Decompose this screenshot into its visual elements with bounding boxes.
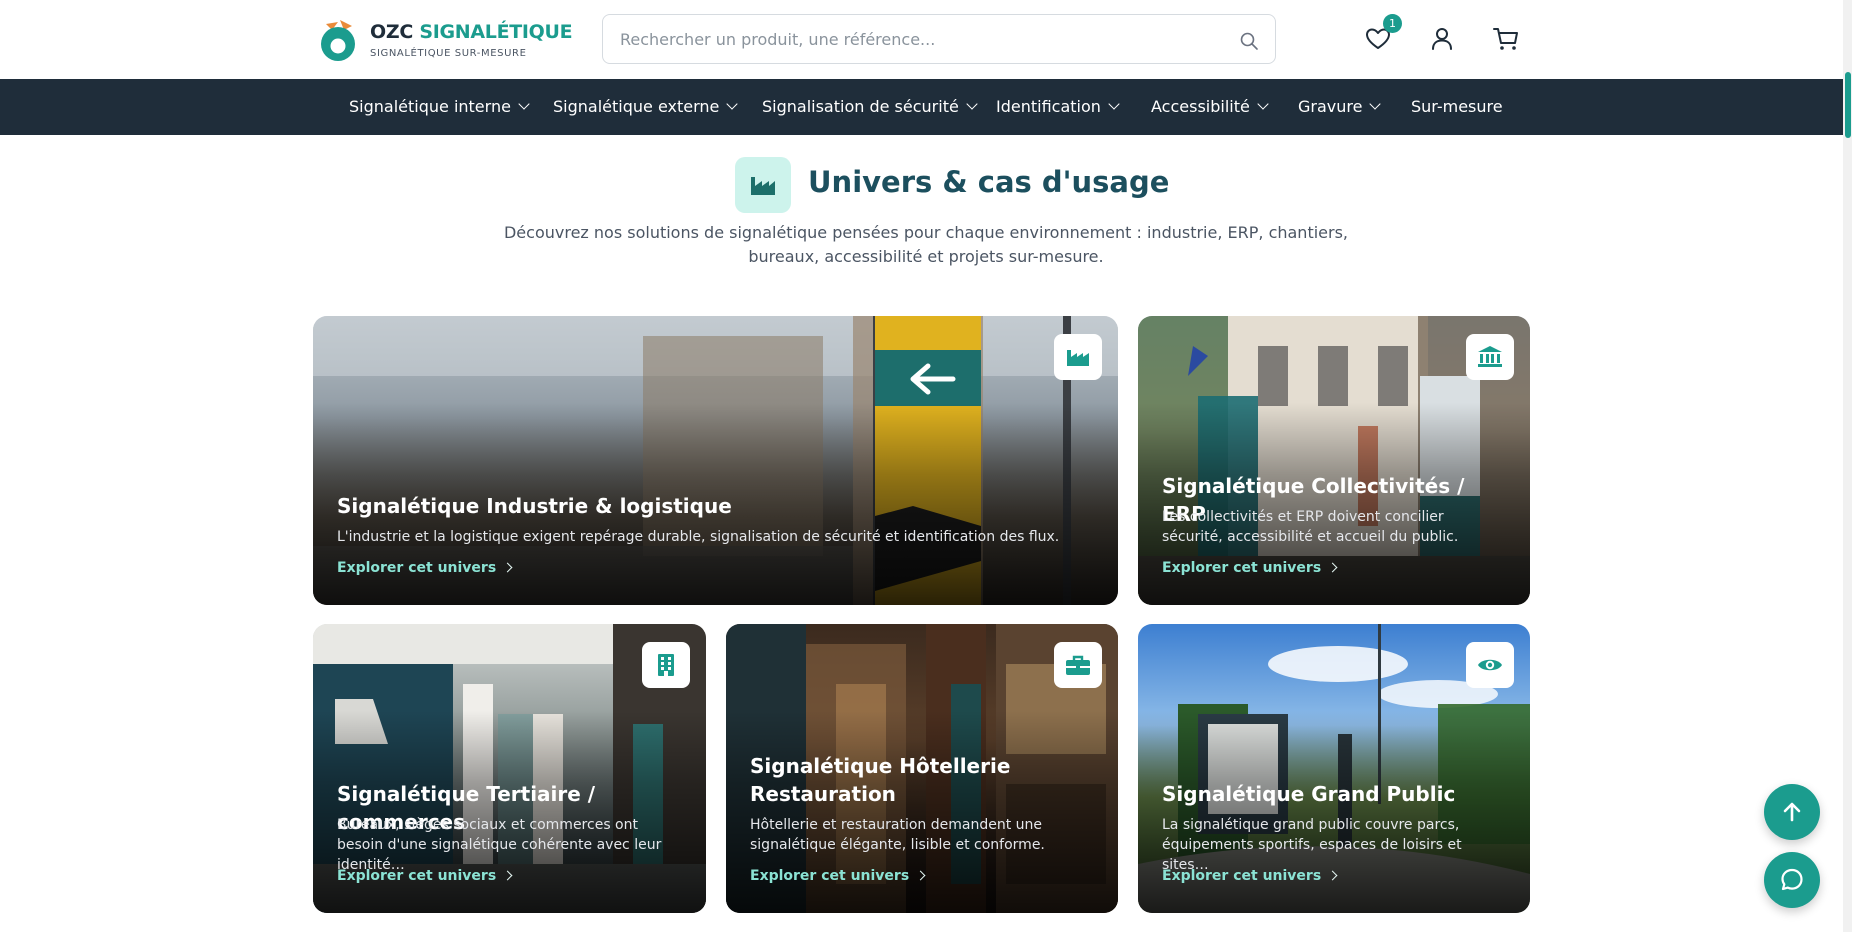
brand-name: OZC SIGNALÉTIQUE [370,21,573,43]
explore-link-label: Explorer cet univers [337,560,497,576]
scroll-to-top-button[interactable] [1764,784,1820,840]
nav-item-signaletique-interne[interactable]: Signalétique interne [349,79,530,135]
nav-item-label: Identification [996,97,1101,116]
explore-link-label: Explorer cet univers [1162,560,1322,576]
factory-icon [1054,334,1102,380]
card-description: Hôtellerie et restauration demandent une… [750,817,1045,853]
chevron-right-icon [502,870,513,881]
user-icon[interactable] [1427,24,1457,54]
explore-link[interactable]: Explorer cet univers [337,868,513,884]
card-collectivites-erp[interactable]: Signalétique Collectivités / ERP Les col… [1138,316,1530,605]
chevron-down-icon [1369,98,1382,110]
page-scrollbar[interactable] [1843,0,1852,932]
section-title: Univers & cas d'usage [808,165,1170,199]
nav-item-signaletique-externe[interactable]: Signalétique externe [553,79,739,135]
explore-link-label: Explorer cet univers [337,868,497,884]
nav-item-label: Accessibilité [1151,97,1250,116]
chevron-down-icon [1108,98,1120,110]
section-factory-icon [735,157,791,213]
search-icon[interactable] [1239,31,1259,51]
explore-link-label: Explorer cet univers [750,868,910,884]
card-tertiaire-commerces[interactable]: Signalétique Tertiaire / commerces Burea… [313,624,706,913]
logo-icon [318,18,358,62]
card-grand-public[interactable]: Signalétique Grand Public La signalétiqu… [1138,624,1530,913]
chat-button[interactable] [1764,852,1820,908]
nav-item-label: Signalétique externe [553,97,720,116]
nav-item-signalisation-securite[interactable]: Signalisation de sécurité [762,79,978,135]
main-nav: Signalétique interne Signalétique extern… [0,79,1852,135]
eye-icon [1466,642,1514,688]
brand-name-part2: SIGNALÉTIQUE [419,21,573,43]
card-title: Signalétique Hôtellerie Restauration [750,754,1011,806]
card-industrie-logistique[interactable]: Signalétique Industrie & logistique L'in… [313,316,1118,605]
brand-name-part1: OZC [370,21,413,43]
card-title: Signalétique Industrie & logistique [337,494,732,518]
chevron-down-icon [1257,98,1269,110]
brand-logo[interactable]: OZC SIGNALÉTIQUE SIGNALÉTIQUE SUR-MESURE [318,18,573,62]
explore-link[interactable]: Explorer cet univers [1162,560,1338,576]
chevron-right-icon [502,562,513,573]
search-bar [602,14,1276,64]
wishlist-count-badge: 1 [1383,14,1402,33]
chevron-down-icon [518,98,530,110]
arrow-up-icon [1783,802,1801,822]
chevron-right-icon [915,870,926,881]
nav-item-sur-mesure[interactable]: Sur-mesure [1411,79,1503,135]
nav-item-accessibilite[interactable]: Accessibilité [1151,79,1269,135]
explore-link[interactable]: Explorer cet univers [750,868,926,884]
chevron-right-icon [1327,870,1338,881]
explore-link[interactable]: Explorer cet univers [1162,868,1338,884]
explore-link-label: Explorer cet univers [1162,868,1322,884]
nav-item-label: Sur-mesure [1411,97,1503,116]
office-building-icon [642,642,690,688]
nav-item-identification[interactable]: Identification [996,79,1120,135]
briefcase-icon [1054,642,1102,688]
nav-item-label: Signalétique interne [349,97,511,116]
explore-link[interactable]: Explorer cet univers [337,560,513,576]
card-title: Signalétique Grand Public [1162,782,1456,806]
chevron-down-icon [966,98,978,110]
brand-tagline: SIGNALÉTIQUE SUR-MESURE [370,48,527,59]
card-description: Bureaux, sièges sociaux et commerces ont… [337,817,662,873]
nav-item-label: Signalisation de sécurité [762,97,959,116]
nav-item-label: Gravure [1298,97,1363,116]
card-description: L'industrie et la logistique exigent rep… [337,529,1060,545]
chat-icon [1781,868,1803,891]
card-description: La signalétique grand public couvre parc… [1162,817,1462,873]
card-description: Les collectivités et ERP doivent concili… [1162,509,1459,545]
site-header: OZC SIGNALÉTIQUE SIGNALÉTIQUE SUR-MESURE… [0,0,1852,79]
card-hotellerie-restauration[interactable]: Signalétique Hôtellerie Restauration Hôt… [726,624,1118,913]
section-description: Découvrez nos solutions de signalétique … [503,223,1349,266]
landmark-icon [1466,334,1514,380]
nav-item-gravure[interactable]: Gravure [1298,79,1382,135]
chevron-down-icon [726,98,739,110]
scrollbar-thumb[interactable] [1845,72,1851,138]
search-input[interactable] [603,16,1203,62]
chevron-right-icon [1327,562,1338,573]
cart-icon[interactable] [1491,24,1521,54]
